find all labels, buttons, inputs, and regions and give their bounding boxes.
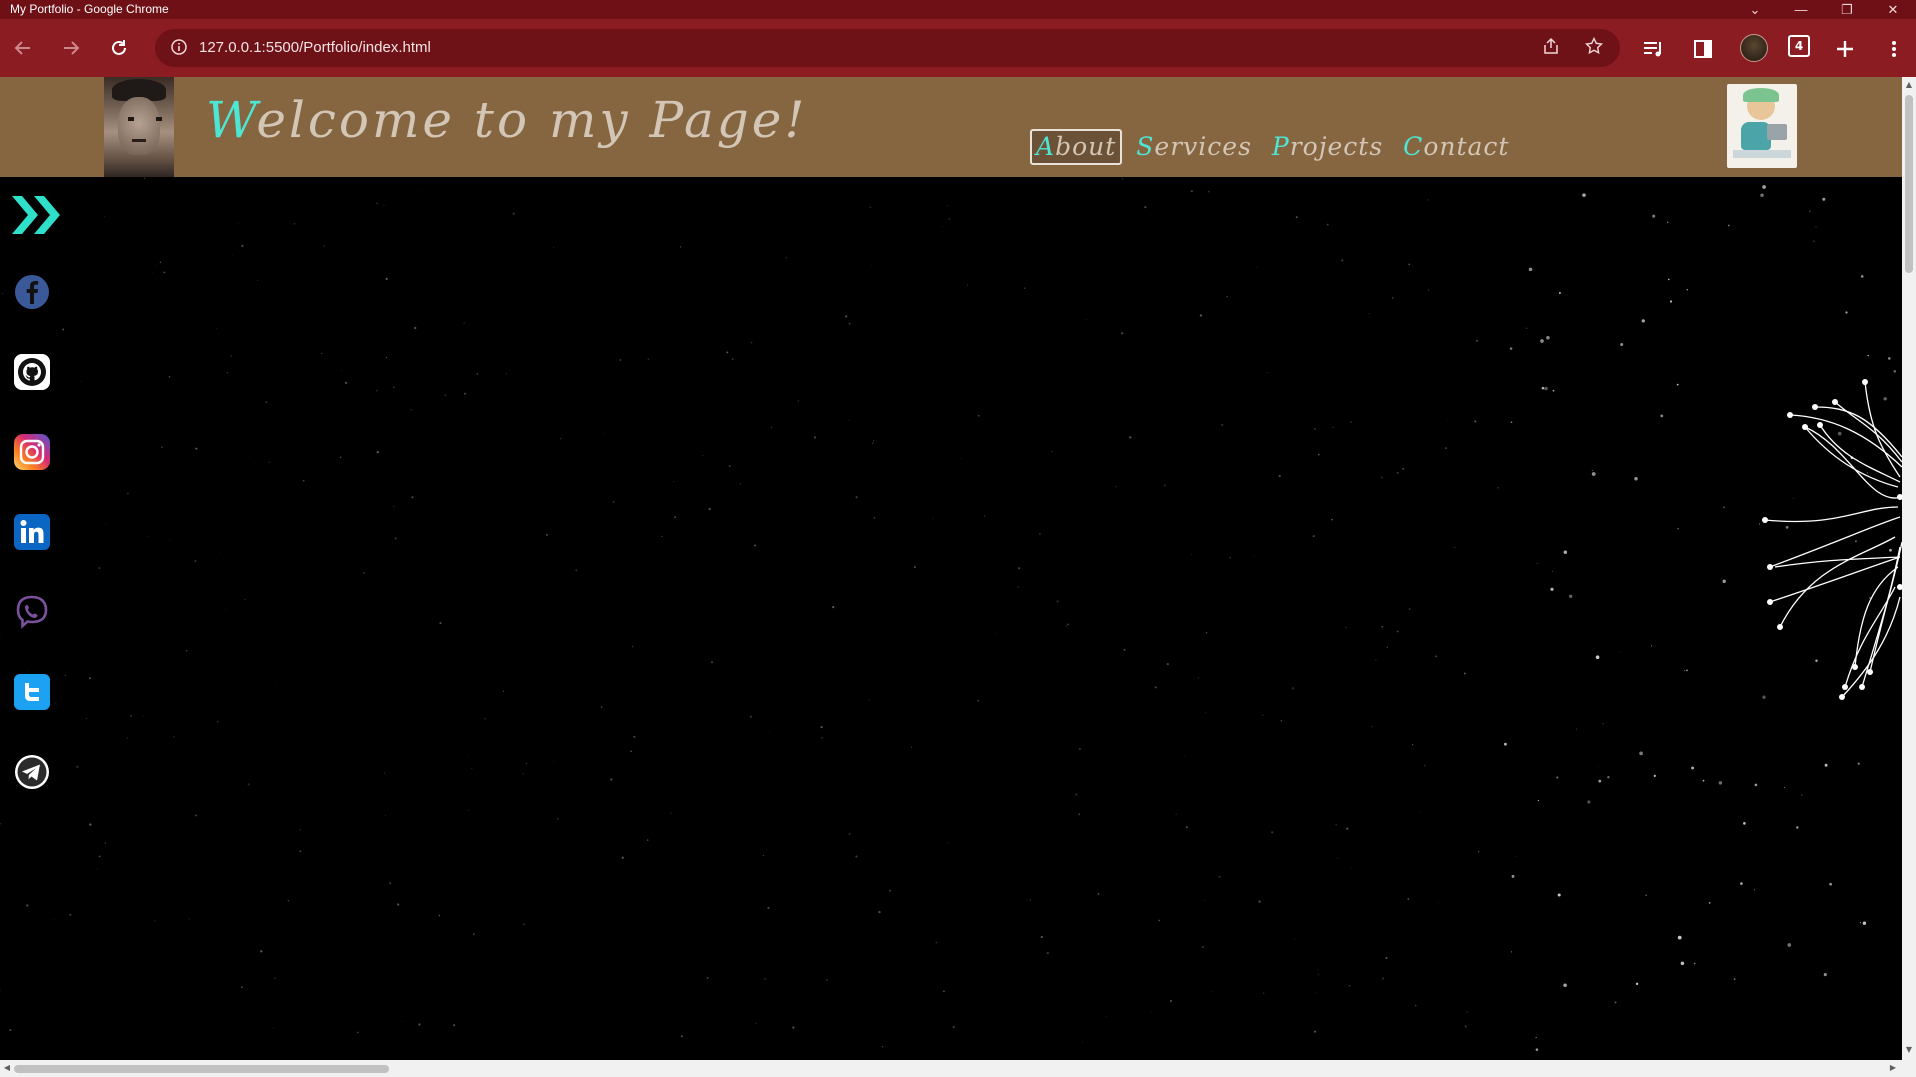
minimize-button[interactable]: — <box>1778 0 1824 19</box>
nav-about[interactable]: About <box>1030 129 1123 165</box>
window-title: My Portfolio - Google Chrome <box>10 2 169 16</box>
page-viewport: Welcome to my Page! About Services Proje… <box>0 77 1902 1060</box>
url-text[interactable]: 127.0.0.1:5500/Portfolio/index.html <box>199 39 431 56</box>
reload-button[interactable] <box>104 33 134 63</box>
nav-services-rest: ervices <box>1154 132 1252 161</box>
page-title-initial: W <box>206 91 257 149</box>
tab-count-badge[interactable]: 4 <box>1788 35 1810 57</box>
window-titlebar: My Portfolio - Google Chrome ⌄ — ❐ ✕ <box>0 0 1916 19</box>
instagram-icon[interactable] <box>13 433 51 471</box>
close-button[interactable]: ✕ <box>1870 0 1916 19</box>
nav-about-initial: A <box>1036 132 1056 161</box>
back-button[interactable] <box>8 33 38 63</box>
starfield-background <box>0 177 1897 1051</box>
viber-icon[interactable] <box>13 593 51 631</box>
github-icon[interactable] <box>13 353 51 391</box>
tab-search-button[interactable]: ⌄ <box>1732 0 1778 19</box>
new-tab-icon[interactable] <box>1831 35 1859 63</box>
scroll-right-arrow[interactable]: ▶ <box>1888 1063 1898 1073</box>
restore-button[interactable]: ❐ <box>1824 0 1870 19</box>
nav-contact[interactable]: Contact <box>1397 129 1515 165</box>
facebook-icon[interactable] <box>13 273 51 311</box>
horizontal-scrollbar[interactable]: ◀ ▶ <box>0 1060 1916 1077</box>
browser-toolbar: 127.0.0.1:5500/Portfolio/index.html <box>0 19 1916 77</box>
media-control-icon[interactable] <box>1640 35 1668 63</box>
bookmark-star-icon[interactable] <box>1584 36 1604 60</box>
menu-kebab-icon[interactable] <box>1880 35 1908 63</box>
page-title: Welcome to my Page! <box>206 91 807 149</box>
linkedin-icon[interactable] <box>13 513 51 551</box>
nav-about-rest: bout <box>1055 132 1117 161</box>
telegram-icon[interactable] <box>13 753 51 791</box>
nav-projects[interactable]: Projects <box>1266 129 1389 165</box>
nav-services-initial: S <box>1136 132 1155 161</box>
chevron-double-right-icon[interactable] <box>8 190 68 240</box>
reload-icon <box>112 40 126 55</box>
site-header: Welcome to my Page! About Services Proje… <box>0 77 1902 177</box>
profile-photo <box>104 77 174 177</box>
profile-avatar[interactable] <box>1740 34 1768 62</box>
nav-projects-rest: rojects <box>1289 132 1384 161</box>
site-info-icon[interactable] <box>169 37 189 57</box>
main-nav: About Services Projects Contact <box>1030 129 1515 165</box>
scroll-left-arrow[interactable]: ◀ <box>2 1063 12 1073</box>
nav-contact-initial: C <box>1403 132 1424 161</box>
arrow-right-icon <box>64 41 80 55</box>
nav-services[interactable]: Services <box>1130 129 1258 165</box>
share-icon[interactable] <box>1542 37 1560 60</box>
side-panel-icon[interactable] <box>1689 35 1717 63</box>
page-title-rest: elcome to my Page! <box>256 91 808 149</box>
sun-rays-illustration <box>1762 379 1902 700</box>
scroll-down-arrow[interactable]: ▼ <box>1904 1045 1914 1055</box>
vertical-scrollbar[interactable]: ▲ ▼ <box>1902 77 1916 1060</box>
horizontal-scroll-thumb[interactable] <box>14 1065 389 1073</box>
nav-contact-rest: ontact <box>1423 132 1510 161</box>
vertical-scroll-thumb[interactable] <box>1905 95 1913 273</box>
window-controls: ⌄ — ❐ ✕ <box>1732 0 1916 19</box>
forward-button[interactable] <box>56 33 86 63</box>
arrow-left-icon <box>14 41 30 55</box>
twitter-icon[interactable] <box>13 673 51 711</box>
mascot-image <box>1727 84 1797 168</box>
address-bar[interactable]: 127.0.0.1:5500/Portfolio/index.html <box>155 29 1620 67</box>
scroll-up-arrow[interactable]: ▲ <box>1904 80 1914 90</box>
nav-projects-initial: P <box>1271 132 1290 161</box>
